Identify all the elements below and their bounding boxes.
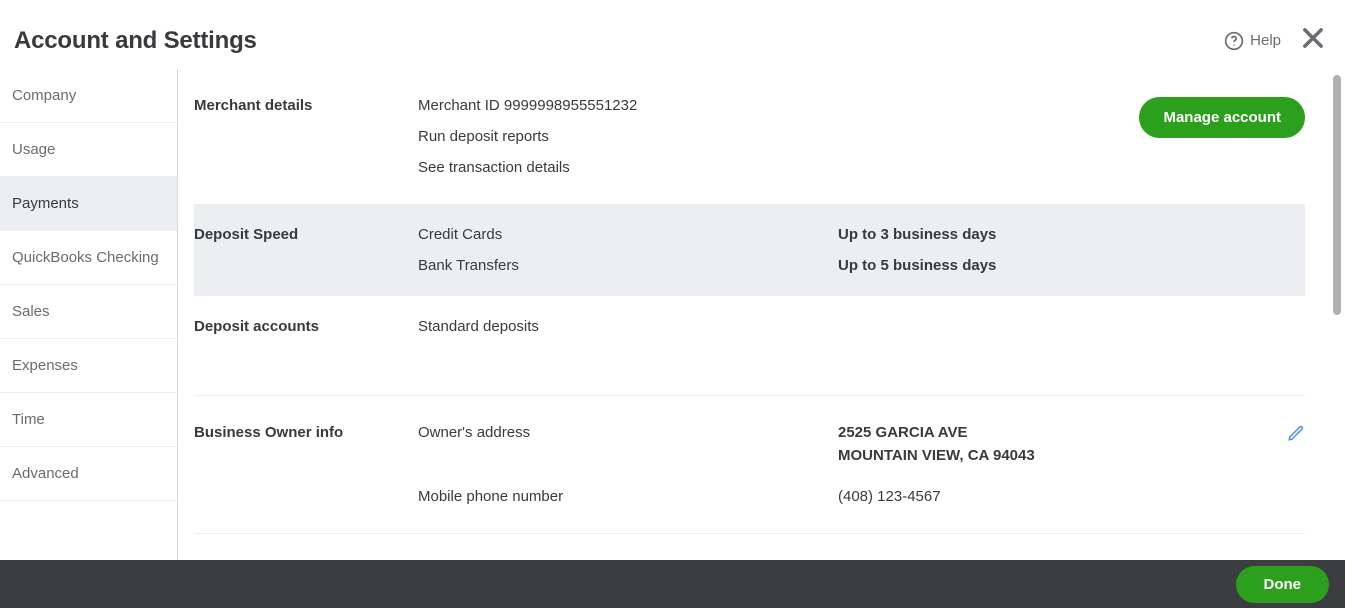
section-title-deposit-accounts: Deposit accounts [194, 318, 418, 335]
pencil-icon [1287, 424, 1305, 442]
close-button[interactable] [1299, 24, 1327, 57]
deposit-speed-bank-transfers-value: Up to 5 business days [838, 257, 996, 274]
deposit-accounts-value: Standard deposits [418, 318, 838, 335]
section-title-deposit-speed: Deposit Speed [194, 226, 418, 274]
sidebar-item-expenses[interactable]: Expenses [0, 339, 177, 393]
see-transaction-details-link[interactable]: See transaction details [418, 159, 838, 176]
content-scroll[interactable]: Merchant details Merchant ID 99999989555… [178, 69, 1345, 567]
sidebar-item-advanced[interactable]: Advanced [0, 447, 177, 501]
deposit-speed-bank-transfers-label: Bank Transfers [418, 257, 838, 274]
help-button[interactable]: Help [1224, 31, 1281, 51]
deposit-speed-row: Bank Transfers Up to 5 business days [418, 257, 1105, 274]
scrollbar-thumb[interactable] [1333, 75, 1341, 315]
owner-address-label: Owner's address [418, 424, 838, 441]
manage-account-button[interactable]: Manage account [1139, 97, 1305, 138]
close-icon [1299, 24, 1327, 52]
sidebar-item-quickbooks-checking[interactable]: QuickBooks Checking [0, 231, 177, 285]
deposit-speed-credit-cards-value: Up to 3 business days [838, 226, 996, 243]
run-deposit-reports-link[interactable]: Run deposit reports [418, 128, 838, 145]
sidebar-item-sales[interactable]: Sales [0, 285, 177, 339]
section-title-merchant: Merchant details [194, 97, 418, 176]
section-merchant-details: Merchant details Merchant ID 99999989555… [194, 69, 1305, 204]
page-title: Account and Settings [14, 27, 257, 55]
done-button[interactable]: Done [1236, 566, 1330, 603]
sidebar: Company Usage Payments QuickBooks Checki… [0, 69, 178, 567]
sidebar-item-payments[interactable]: Payments [0, 177, 177, 231]
owner-address-line2: MOUNTAIN VIEW, CA 94043 [838, 447, 1035, 464]
section-deposit-speed[interactable]: Deposit Speed Credit Cards Up to 3 busin… [194, 204, 1305, 296]
sidebar-item-usage[interactable]: Usage [0, 123, 177, 177]
help-icon [1224, 31, 1244, 51]
section-business-owner-info: Business Owner info Owner's address 2525… [194, 396, 1305, 534]
help-label: Help [1250, 32, 1281, 49]
owner-address-line1: 2525 GARCIA AVE [838, 424, 968, 441]
sidebar-item-company[interactable]: Company [0, 69, 177, 123]
merchant-id: Merchant ID 9999998955551232 [418, 97, 838, 114]
deposit-speed-credit-cards-label: Credit Cards [418, 226, 838, 243]
section-title-owner-info: Business Owner info [194, 424, 418, 505]
footer: Done [0, 560, 1345, 608]
edit-owner-info-button[interactable] [1287, 424, 1305, 447]
owner-phone-value: (408) 123-4567 [838, 488, 941, 505]
sidebar-item-time[interactable]: Time [0, 393, 177, 447]
section-deposit-accounts[interactable]: Deposit accounts Standard deposits [194, 296, 1305, 396]
deposit-speed-row: Credit Cards Up to 3 business days [418, 226, 1105, 243]
owner-phone-label: Mobile phone number [418, 488, 838, 505]
